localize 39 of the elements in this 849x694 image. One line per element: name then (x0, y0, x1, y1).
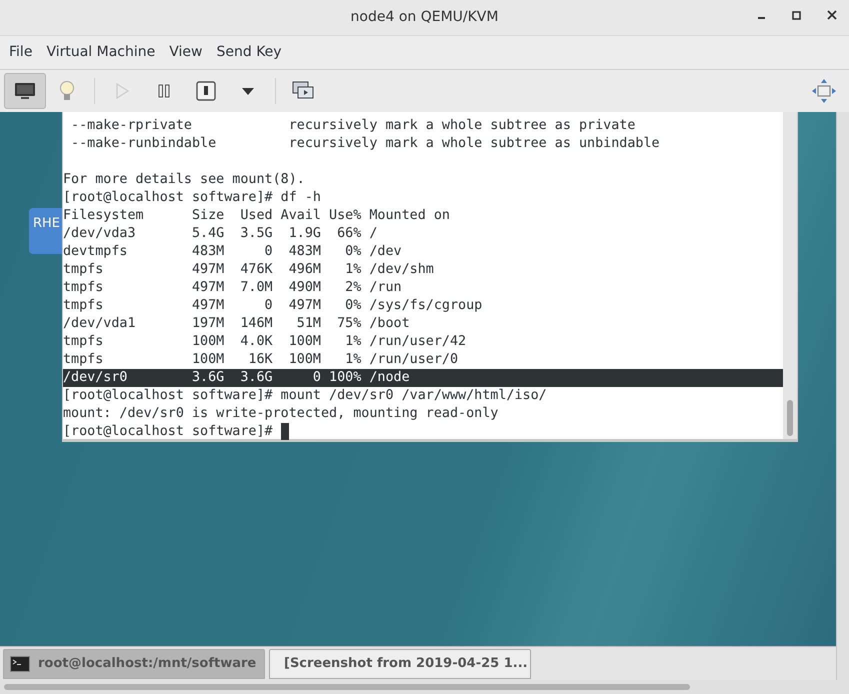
window-title: node4 on QEMU/KVM (350, 8, 498, 27)
terminal-line: /dev/vda1 197M 146M 51M 75% /boot (63, 315, 410, 333)
terminal-line: For more details see mount(8). (63, 171, 305, 189)
terminal-line: tmpfs 497M 476K 496M 1% /dev/shm (63, 261, 434, 279)
menu-item[interactable]: View (162, 42, 210, 63)
close-icon[interactable] (827, 10, 837, 20)
light-bulb-icon (59, 80, 75, 102)
terminal-line: --make-runbindable recursively mark a whole subtree as unbindable (70, 135, 660, 153)
terminal-line: tmpfs 100M 4.0K 100M 1% /run/user/42 (63, 333, 466, 351)
terminal-line: tmpfs 497M 7.0M 490M 2% /run (63, 279, 402, 297)
monitor-icon (14, 82, 36, 100)
scrollbar-thumb[interactable] (787, 400, 793, 436)
desktop-icon[interactable]: RHE (29, 208, 62, 254)
terminal-line: mount: /dev/sr0 is write-protected, mounting read-only (63, 405, 498, 423)
terminal-icon (10, 656, 30, 672)
terminal-line: --make-rprivate recursively mark a whole subtree as private (70, 117, 636, 135)
menu-item[interactable]: Virtual Machine (39, 42, 162, 63)
terminal-line: /dev/vda3 5.4G 3.5G 1.9G 66% / (63, 225, 378, 243)
terminal-line: Filesystem Size Used Avail Use% Mounted on (63, 207, 450, 225)
screens-icon (292, 81, 314, 101)
terminal-line: tmpfs 497M 0 497M 0% /sys/fs/cgroup (63, 297, 482, 315)
terminal-line: [root@localhost software]# df -h (63, 189, 321, 207)
toolbar-button[interactable] (4, 73, 46, 109)
maximize-icon[interactable] (792, 10, 801, 20)
power-switch-icon (196, 81, 216, 101)
scrollbar-thumb[interactable] (4, 684, 690, 690)
terminal-line: [root@localhost software]# (63, 423, 274, 441)
terminal-line: tmpfs 100M 16K 100M 1% /run/user/0 (63, 351, 458, 369)
taskbar-item[interactable]: root@localhost:/mnt/software (3, 649, 265, 679)
menu-item[interactable]: File (2, 42, 40, 63)
terminal-line: /dev/sr0 3.6G 3.6G 0 100% /node (63, 369, 410, 387)
caret-icon (242, 88, 254, 94)
taskbar-item[interactable]: [Screenshot from 2019-04-25 1... (269, 649, 531, 679)
pause-icon (157, 84, 171, 98)
terminal-line: [root@localhost software]# mount /dev/sr0 /var/www/html/iso/ (63, 387, 547, 405)
terminal-line: devtmpfs 483M 0 483M 0% /dev (63, 243, 402, 261)
menu-item[interactable]: Send Key (209, 42, 289, 63)
play-icon (115, 83, 129, 99)
resize-icon (812, 79, 836, 103)
